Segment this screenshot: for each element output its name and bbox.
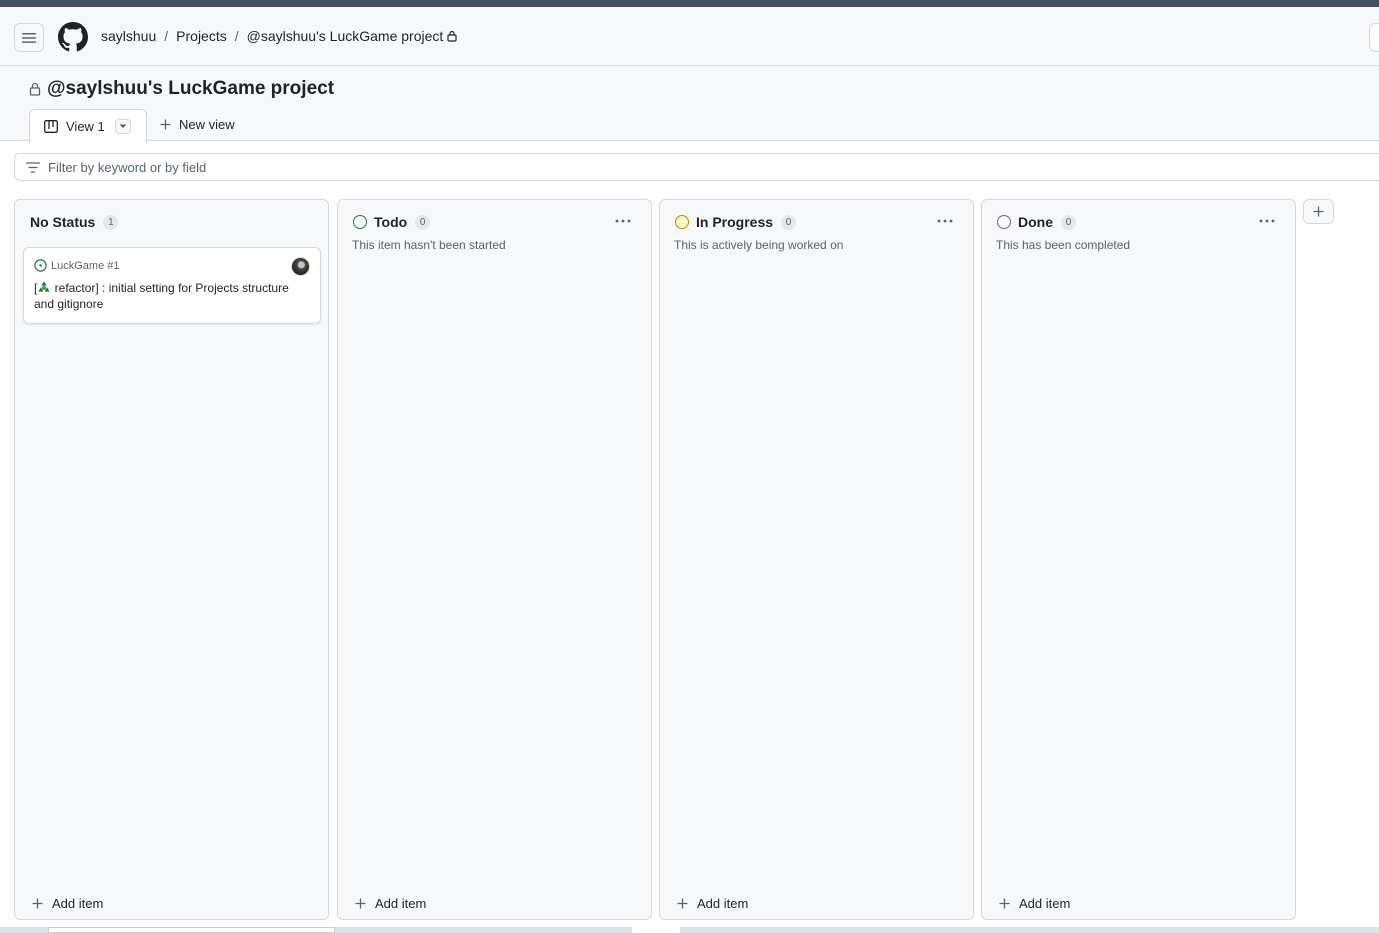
status-circle-icon xyxy=(675,215,689,229)
view-options-button[interactable] xyxy=(115,119,131,134)
column-header: Todo 0 xyxy=(353,214,431,230)
header-right-button[interactable] xyxy=(1369,23,1379,52)
lock-icon xyxy=(29,82,41,96)
add-item-label: Add item xyxy=(697,896,749,911)
project-header: @saylshuu's LuckGame project View 1 New … xyxy=(0,66,1379,142)
new-view-label: New view xyxy=(179,117,235,132)
avatar[interactable] xyxy=(291,257,310,276)
lock-icon xyxy=(447,30,457,42)
column-options-button[interactable] xyxy=(1259,210,1275,226)
column-name: In Progress xyxy=(696,214,774,230)
column-count: 0 xyxy=(1061,214,1076,230)
card-title[interactable]: [ refactor] : initial setting for Projec… xyxy=(34,280,310,312)
tab-view-1-label: View 1 xyxy=(66,118,105,134)
column-name: No Status xyxy=(30,214,96,230)
filter-icon xyxy=(26,161,40,173)
column-description: This is actively being worked on xyxy=(674,238,844,252)
plus-icon xyxy=(1313,206,1324,217)
scrollbar-thumb[interactable] xyxy=(48,927,335,933)
column-name: Todo xyxy=(374,214,408,230)
issue-card[interactable]: LuckGame #1 [ refactor] : initial settin… xyxy=(23,247,321,324)
filter-input[interactable]: Filter by keyword or by field xyxy=(14,153,1379,181)
status-circle-icon xyxy=(353,215,367,229)
column-name: Done xyxy=(1018,214,1053,230)
column-options-button[interactable] xyxy=(615,210,631,226)
chevron-down-icon xyxy=(119,124,127,128)
kebab-horizontal-icon xyxy=(937,219,953,223)
add-item-button[interactable]: Add item xyxy=(32,896,103,911)
menu-button[interactable] xyxy=(14,23,44,52)
new-view-button[interactable]: New view xyxy=(160,117,235,132)
tab-view-1[interactable]: View 1 xyxy=(29,109,147,142)
breadcrumb: saylshuu / Projects / @saylshuu's LuckGa… xyxy=(101,28,457,44)
column-options-button[interactable] xyxy=(937,210,953,226)
column-header: No Status 1 xyxy=(30,214,119,230)
breadcrumb-projects[interactable]: Projects xyxy=(176,28,227,44)
github-logo-icon[interactable] xyxy=(58,22,88,52)
column-count: 1 xyxy=(103,214,119,230)
browser-top-strip xyxy=(0,0,1379,7)
add-item-label: Add item xyxy=(375,896,427,911)
column-in-progress: In Progress 0 This is actively being wor… xyxy=(659,199,974,920)
column-header: In Progress 0 xyxy=(675,214,797,230)
page-title: @saylshuu's LuckGame project xyxy=(29,78,334,100)
column-description: This has been completed xyxy=(996,238,1131,252)
plus-icon xyxy=(677,898,688,909)
column-done: Done 0 This has been completed Add item xyxy=(981,199,1296,920)
column-count: 0 xyxy=(415,214,431,230)
card-meta: LuckGame #1 xyxy=(34,259,119,272)
card-repo-ref[interactable]: LuckGame #1 xyxy=(51,260,119,272)
issue-opened-icon xyxy=(34,259,47,272)
hamburger-icon xyxy=(22,32,36,43)
add-item-label: Add item xyxy=(52,896,104,911)
card-title-text: refactor] : initial setting for Projects… xyxy=(34,281,289,311)
plus-icon xyxy=(160,119,171,130)
breadcrumb-user[interactable]: saylshuu xyxy=(101,28,156,44)
add-item-button[interactable]: Add item xyxy=(355,896,426,911)
project-title-text: @saylshuu's LuckGame project xyxy=(47,78,335,99)
breadcrumb-separator: / xyxy=(164,28,169,44)
add-item-button[interactable]: Add item xyxy=(677,896,748,911)
add-item-label: Add item xyxy=(1019,896,1071,911)
plus-icon xyxy=(355,898,366,909)
column-no-status: No Status 1 LuckGame #1 [ refactor] : in… xyxy=(14,199,329,920)
board-icon xyxy=(44,119,58,133)
breadcrumb-separator: / xyxy=(234,28,239,44)
app-header: saylshuu / Projects / @saylshuu's LuckGa… xyxy=(0,7,1379,66)
filter-placeholder: Filter by keyword or by field xyxy=(48,159,207,175)
horizontal-scrollbar[interactable] xyxy=(0,927,1379,933)
column-count: 0 xyxy=(781,214,797,230)
kebab-horizontal-icon xyxy=(615,219,631,223)
plus-icon xyxy=(32,898,43,909)
column-header: Done 0 xyxy=(997,214,1076,230)
kebab-horizontal-icon xyxy=(1259,219,1275,223)
add-column-button[interactable] xyxy=(1303,199,1334,224)
recycle-icon xyxy=(38,281,50,292)
add-item-button[interactable]: Add item xyxy=(999,896,1070,911)
column-todo: Todo 0 This item hasn't been started Add… xyxy=(337,199,652,920)
status-circle-icon xyxy=(997,215,1011,229)
scrollbar-track-segment xyxy=(632,927,680,933)
column-description: This item hasn't been started xyxy=(352,238,506,252)
plus-icon xyxy=(999,898,1010,909)
breadcrumb-current-project[interactable]: @saylshuu's LuckGame project xyxy=(247,28,444,44)
